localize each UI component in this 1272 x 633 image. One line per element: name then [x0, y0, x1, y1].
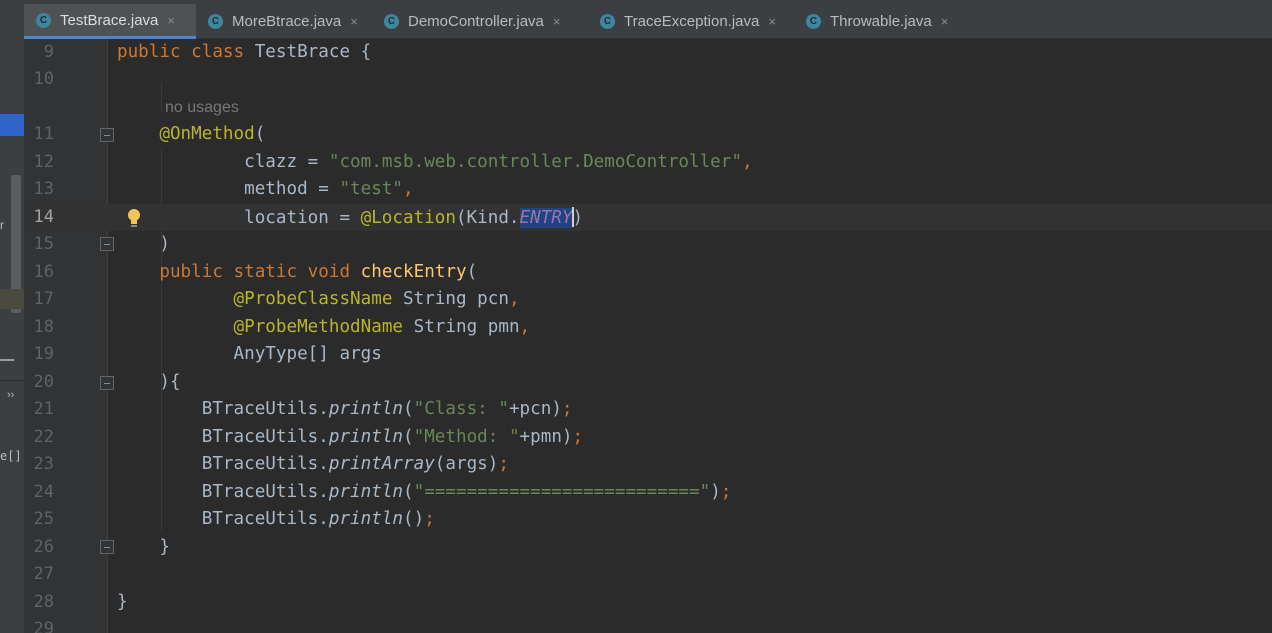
editor-tab-bar: C TestBrace.java × C MoreBtrace.java × C…: [24, 0, 1272, 39]
project-panel-edge: r ›› e[]):: [0, 0, 24, 633]
minimize-icon[interactable]: [0, 359, 14, 361]
code-text: @OnMethod(: [159, 124, 266, 144]
code-text: BTraceUtils.printArray(args);: [117, 454, 509, 474]
code-text: @ProbeClassName String pcn,: [233, 289, 520, 309]
tab-democontroller[interactable]: C DemoController.java ×: [372, 4, 588, 39]
code-line[interactable]: 21 BTraceUtils.println("Class: "+pcn);: [24, 396, 1272, 423]
code-text: clazz = "com.msb.web.controller.DemoCont…: [117, 152, 753, 172]
tab-label: Throwable.java: [830, 13, 932, 30]
code-line[interactable]: 26 }: [24, 534, 1272, 561]
line-number: 19: [33, 344, 54, 364]
line-number: 20: [33, 372, 54, 392]
close-icon[interactable]: ×: [941, 14, 949, 29]
truncated-structure-item: e[]):: [0, 449, 24, 463]
line-number: 28: [33, 592, 54, 612]
line-number: 13: [33, 179, 54, 199]
code-line[interactable]: 27: [24, 561, 1272, 588]
line-number: 15: [33, 234, 54, 254]
close-icon[interactable]: ×: [350, 14, 358, 29]
code-text: AnyType[] args: [117, 344, 382, 364]
expand-chevron-icon[interactable]: ››: [7, 389, 14, 401]
line-number: 14: [33, 207, 54, 227]
highlighted-tree-item[interactable]: [0, 289, 24, 309]
tab-label: MoreBtrace.java: [232, 13, 342, 30]
class-icon: C: [384, 14, 399, 29]
line-number: 29: [33, 619, 54, 633]
code-text: }: [117, 537, 170, 557]
line-number: 23: [33, 454, 54, 474]
line-number: 25: [33, 509, 54, 529]
code-line[interactable]: 13 method = "test",: [24, 176, 1272, 203]
code-line[interactable]: 22 BTraceUtils.println("Method: "+pmn);: [24, 424, 1272, 451]
tab-label: TraceException.java: [624, 13, 760, 30]
code-line[interactable]: 28}: [24, 589, 1272, 616]
tab-testbrace[interactable]: C TestBrace.java ×: [24, 4, 196, 39]
code-line[interactable]: 15 ): [24, 231, 1272, 258]
tab-throwable[interactable]: C Throwable.java ×: [794, 4, 984, 39]
code-text: BTraceUtils.println("Class: "+pcn);: [117, 399, 573, 419]
code-line[interactable]: 25 BTraceUtils.println();: [24, 506, 1272, 533]
fold-collapse-icon[interactable]: [100, 128, 114, 142]
code-line[interactable]: 17 @ProbeClassName String pcn,: [24, 286, 1272, 313]
class-icon: C: [806, 14, 821, 29]
line-number: 21: [33, 399, 54, 419]
close-icon[interactable]: ×: [768, 14, 776, 29]
code-text: @ProbeMethodName String pmn,: [233, 317, 531, 337]
line-number: 26: [33, 537, 54, 557]
tab-label: TestBrace.java: [60, 11, 159, 29]
code-text: }: [117, 592, 128, 612]
code-text: BTraceUtils.println("===================…: [117, 482, 732, 502]
code-line[interactable]: 23 BTraceUtils.printArray(args);: [24, 451, 1272, 478]
code-line-current[interactable]: 14 location = @Location(Kind.ENTRY): [24, 204, 1272, 231]
selected-tree-item[interactable]: [0, 114, 24, 136]
panel-divider: [0, 380, 24, 381]
truncated-label: r: [0, 218, 4, 232]
line-number: 11: [33, 124, 54, 144]
tab-morebtrace[interactable]: C MoreBtrace.java ×: [196, 4, 372, 39]
tab-label: DemoController.java: [408, 13, 544, 30]
line-number: 16: [33, 262, 54, 282]
fold-expand-icon[interactable]: [100, 237, 114, 251]
code-line[interactable]: 9 public class TestBrace {: [24, 39, 1272, 66]
close-icon[interactable]: ×: [553, 14, 561, 29]
code-text: ){: [117, 372, 181, 392]
code-text: location = @Location(Kind.ENTRY): [117, 207, 584, 228]
code-text: public static void checkEntry(: [159, 262, 478, 282]
code-line[interactable]: 18 @ProbeMethodName String pmn,: [24, 314, 1272, 341]
code-text: ): [117, 234, 170, 254]
class-icon: C: [208, 14, 223, 29]
class-icon: C: [600, 14, 615, 29]
code-line[interactable]: 10: [24, 66, 1272, 93]
usages-hint[interactable]: no usages: [165, 99, 239, 117]
line-number: 12: [33, 152, 54, 172]
line-number: 22: [33, 427, 54, 447]
tab-traceexception[interactable]: C TraceException.java ×: [588, 4, 794, 39]
line-number: 17: [33, 289, 54, 309]
class-icon: C: [36, 12, 51, 28]
fold-expand-icon[interactable]: [100, 540, 114, 554]
code-line[interactable]: 11 @OnMethod(: [24, 121, 1272, 148]
code-line[interactable]: 16 public static void checkEntry(: [24, 259, 1272, 286]
close-icon[interactable]: ×: [167, 13, 175, 28]
line-number: 18: [33, 317, 54, 337]
code-line[interactable]: 20 ){: [24, 369, 1272, 396]
code-text: public class TestBrace {: [117, 42, 372, 62]
code-text: method = "test",: [117, 179, 414, 199]
code-line[interactable]: 24 BTraceUtils.println("================…: [24, 479, 1272, 506]
line-number: 27: [33, 564, 54, 584]
line-number: 24: [33, 482, 54, 502]
code-line[interactable]: 12 clazz = "com.msb.web.controller.DemoC…: [24, 149, 1272, 176]
line-number: 10: [33, 69, 54, 89]
code-text: BTraceUtils.println("Method: "+pmn);: [117, 427, 584, 447]
code-text: BTraceUtils.println();: [117, 509, 435, 529]
code-line[interactable]: 19 AnyType[] args: [24, 341, 1272, 368]
lightbulb-icon[interactable]: [126, 207, 142, 229]
line-number: 9: [43, 42, 54, 62]
code-line[interactable]: 29: [24, 616, 1272, 633]
fold-collapse-icon[interactable]: [100, 376, 114, 390]
